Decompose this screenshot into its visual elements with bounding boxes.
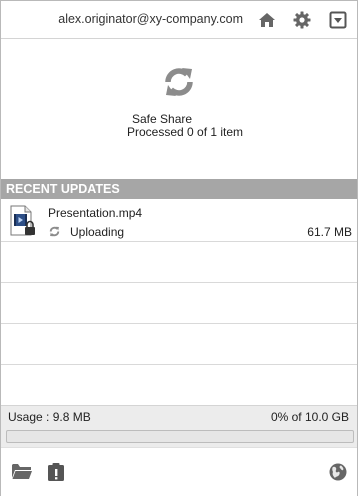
open-folder-button[interactable] <box>11 462 32 482</box>
settings-button[interactable] <box>292 10 312 30</box>
usage-progress-bar <box>6 430 354 443</box>
app-window: alex.originator@xy-company.com Safe Shar… <box>0 0 358 496</box>
list-item-empty <box>1 242 357 283</box>
account-email: alex.originator@xy-company.com <box>58 12 243 26</box>
file-status: Uploading <box>70 225 125 239</box>
file-name: Presentation.mp4 <box>48 206 143 220</box>
usage-progress-container <box>1 426 357 447</box>
sync-title: Safe Share <box>132 112 193 126</box>
recent-updates-header: RECENT UPDATES <box>1 179 357 199</box>
web-portal-button[interactable] <box>328 462 348 482</box>
dropdown-menu-icon <box>329 11 347 29</box>
gear-icon <box>293 11 311 29</box>
sync-icon <box>49 226 60 237</box>
recent-updates-list: Presentation.mp4 Uploading 61.7 MB <box>1 199 357 405</box>
home-button[interactable] <box>257 10 277 30</box>
activity-log-button[interactable] <box>47 462 67 482</box>
quota-label: 0% of 10.0 GB <box>270 410 349 424</box>
recent-updates-title: RECENT UPDATES <box>6 182 120 196</box>
sync-icon <box>165 68 193 96</box>
video-file-icon <box>10 205 35 236</box>
list-item-empty <box>1 365 357 405</box>
header-bar: alex.originator@xy-company.com <box>1 1 357 39</box>
home-icon <box>259 13 275 27</box>
list-item[interactable]: Presentation.mp4 Uploading 61.7 MB <box>1 199 357 242</box>
sync-status-panel: Safe Share Processed 0 of 1 item <box>1 39 357 179</box>
menu-dropdown-button[interactable] <box>328 10 348 30</box>
clipboard-alert-icon <box>48 463 64 481</box>
list-item-empty <box>1 324 357 365</box>
usage-bar: Usage : 9.8 MB 0% of 10.0 GB <box>1 405 357 426</box>
folder-icon <box>12 464 32 479</box>
list-item-empty <box>1 283 357 324</box>
globe-icon <box>329 463 347 481</box>
usage-label: Usage : 9.8 MB <box>8 410 91 424</box>
footer-bar <box>1 447 357 496</box>
file-size: 61.7 MB <box>307 225 352 239</box>
sync-progress-text: Processed 0 of 1 item <box>127 125 244 139</box>
